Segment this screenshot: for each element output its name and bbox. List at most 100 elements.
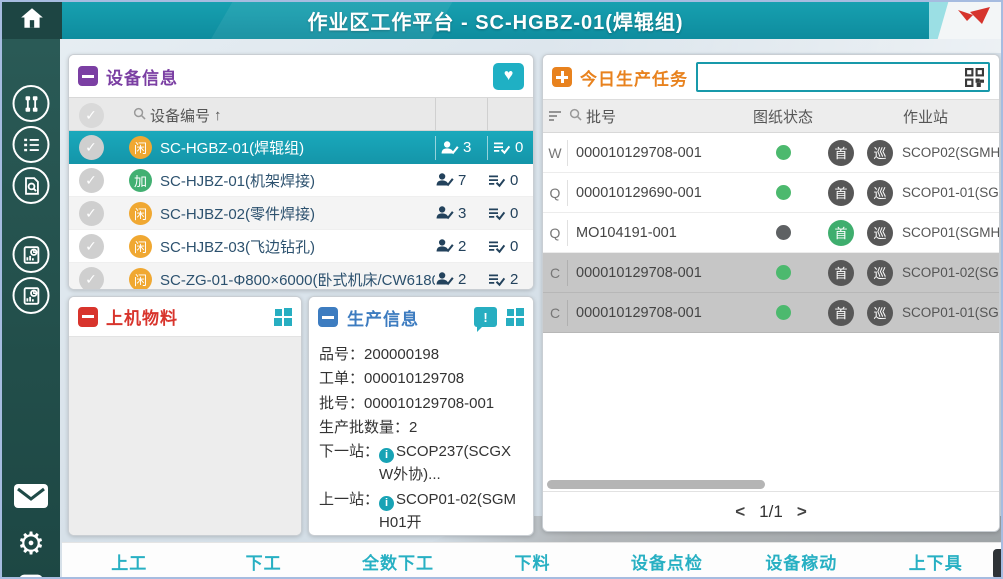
- work-order-value: 000010129708: [364, 367, 523, 390]
- column-device-label[interactable]: 设备编号: [150, 105, 210, 126]
- first-inspection-badge[interactable]: 首: [828, 260, 854, 286]
- next-page-button[interactable]: >: [797, 502, 807, 522]
- task-type: W: [543, 145, 567, 161]
- background-streak: [542, 39, 1003, 53]
- task-row[interactable]: C 000010129708-001 首 巡 SCOP01-01(SGM...: [543, 293, 999, 333]
- patrol-inspection-badge[interactable]: 巡: [867, 260, 893, 286]
- info-icon[interactable]: i: [379, 448, 394, 463]
- row-checkbox[interactable]: ✓: [79, 267, 104, 290]
- start-work-button[interactable]: 上工: [62, 549, 196, 574]
- home-icon: [19, 5, 45, 36]
- task-station: SCOP02(SGMH0...: [899, 145, 999, 160]
- equipment-name: SC-HJBZ-03(飞边钻孔): [160, 236, 315, 257]
- task-row[interactable]: W 000010129708-001 首 巡 SCOP02(SGMH0...: [543, 133, 999, 173]
- task-batch: MO104191-001: [567, 220, 745, 246]
- task-batch: 000010129708-001: [567, 140, 745, 166]
- collapse-icon[interactable]: [78, 66, 98, 86]
- first-inspection-badge[interactable]: 首: [828, 180, 854, 206]
- equipment-name: SC-HJBZ-01(机架焊接): [160, 170, 315, 191]
- equipment-panel: 设备信息 ♥ ✓ 设备编号 ↑ ✓ 闲SC-HGBZ-01(焊辊组) 3 0 ✓: [68, 54, 534, 290]
- materials-panel: 上机物料: [68, 296, 302, 536]
- worker-count: 3: [435, 205, 487, 222]
- production-panel-title: 生产信息: [347, 305, 419, 330]
- job-count: 0: [487, 136, 533, 160]
- task-list-icon[interactable]: [13, 126, 50, 163]
- batch-label: 批号：: [319, 392, 364, 415]
- row-checkbox[interactable]: ✓: [79, 168, 104, 193]
- worker-count: 2: [435, 238, 487, 255]
- drawing-status-dot: [776, 305, 791, 320]
- job-count: 0: [487, 172, 533, 189]
- collapse-icon[interactable]: [78, 307, 98, 327]
- equipment-row[interactable]: ✓ 闲SC-HJBZ-02(零件焊接) 3 0: [69, 197, 533, 230]
- equipment-row[interactable]: ✓ 闲SC-ZG-01-Φ800×6000(卧式机床/CW6180) 2 2: [69, 263, 533, 289]
- add-task-icon[interactable]: [552, 67, 572, 87]
- select-all-checkbox[interactable]: ✓: [79, 103, 104, 128]
- patrol-inspection-badge[interactable]: 巡: [867, 300, 893, 326]
- task-station: SCOP01-02(SGM...: [899, 265, 999, 280]
- column-divider: [435, 98, 487, 132]
- patrol-inspection-badge[interactable]: 巡: [867, 220, 893, 246]
- status-badge: 闲: [129, 235, 152, 258]
- equipment-panel-title: 设备信息: [106, 64, 178, 89]
- workflow-icon[interactable]: [13, 85, 50, 122]
- column-station-label[interactable]: 作业站: [899, 106, 999, 127]
- task-row[interactable]: C 000010129708-001 首 巡 SCOP01-02(SGM...: [543, 253, 999, 293]
- first-inspection-badge[interactable]: 首: [828, 220, 854, 246]
- info-icon[interactable]: i: [379, 496, 394, 511]
- report-icon-a[interactable]: [13, 236, 50, 273]
- scrollbar-thumb[interactable]: [547, 480, 765, 489]
- page-title: 作业区工作平台 - SC-HGBZ-01(焊辊组): [307, 6, 683, 35]
- column-drawing-status-label[interactable]: 图纸状态: [745, 106, 821, 127]
- job-count: 0: [487, 205, 533, 222]
- equipment-row[interactable]: ✓ 闲SC-HJBZ-03(飞边钻孔) 2 0: [69, 230, 533, 263]
- equipment-check-button[interactable]: 设备点检: [600, 549, 734, 574]
- drawing-status-dot: [776, 225, 791, 240]
- workstation-page: 作业区工作平台 - SC-HGBZ-01(焊辊组) ⚙: [0, 0, 1003, 579]
- favorite-heart-button[interactable]: ♥: [493, 63, 524, 90]
- first-inspection-badge[interactable]: 首: [828, 140, 854, 166]
- task-search-input[interactable]: [698, 64, 988, 90]
- prev-page-button[interactable]: <: [735, 502, 745, 522]
- edge-handle[interactable]: [993, 549, 1001, 579]
- first-inspection-badge[interactable]: 首: [828, 300, 854, 326]
- column-batch-label[interactable]: 批号: [586, 106, 616, 127]
- end-all-work-button[interactable]: 全数下工: [331, 549, 465, 574]
- grid-view-icon[interactable]: [274, 308, 292, 326]
- batch-qty-label: 生产批数量：: [319, 416, 409, 439]
- patrol-inspection-badge[interactable]: 巡: [867, 180, 893, 206]
- row-checkbox[interactable]: ✓: [79, 135, 104, 160]
- patrol-inspection-badge[interactable]: 巡: [867, 140, 893, 166]
- row-checkbox[interactable]: ✓: [79, 201, 104, 226]
- home-button[interactable]: [2, 2, 62, 39]
- settings-gear-icon[interactable]: ⚙: [17, 528, 45, 559]
- horizontal-scrollbar: [543, 479, 999, 491]
- document-search-icon[interactable]: [13, 167, 50, 204]
- heart-icon: ♥: [504, 67, 514, 85]
- action-toolbar: 上工 下工 全数下工 下料 设备点检 设备稼动 上下具: [62, 542, 1003, 579]
- equipment-row[interactable]: ✓ 加SC-HJBZ-01(机架焊接) 7 0: [69, 164, 533, 197]
- tooling-button[interactable]: 上下具: [869, 549, 1003, 574]
- row-checkbox[interactable]: ✓: [79, 234, 104, 259]
- equipment-row[interactable]: ✓ 闲SC-HGBZ-01(焊辊组) 3 0: [69, 131, 533, 164]
- task-row[interactable]: Q MO104191-001 首 巡 SCOP01(SGMH0...: [543, 213, 999, 253]
- prev-station-value: SCOP01-02(SGMH01开: [379, 491, 516, 531]
- end-work-button[interactable]: 下工: [196, 549, 330, 574]
- header-title-bar: 作业区工作平台 - SC-HGBZ-01(焊辊组): [62, 2, 929, 39]
- batch-value: 000010129708-001: [364, 392, 523, 415]
- unload-material-button[interactable]: 下料: [465, 549, 599, 574]
- report-icon-b[interactable]: [13, 277, 50, 314]
- filter-icon[interactable]: [543, 110, 567, 122]
- task-row[interactable]: Q 000010129690-001 首 巡 SCOP01-01(SGM...: [543, 173, 999, 213]
- logout-icon[interactable]: [16, 571, 46, 579]
- message-alert-icon[interactable]: !: [474, 307, 497, 327]
- sidebar: ⚙: [2, 39, 60, 579]
- mail-icon[interactable]: [13, 483, 49, 509]
- equipment-utilization-button[interactable]: 设备稼动: [734, 549, 868, 574]
- grid-view-icon[interactable]: [506, 308, 524, 326]
- collapse-icon[interactable]: [318, 307, 338, 327]
- tasks-panel: 今日生产任务 批号 图纸状态 作业站 W 000010129708-: [542, 54, 1000, 532]
- qr-scan-icon[interactable]: [965, 68, 984, 92]
- task-search-box: [696, 62, 990, 92]
- equipment-name: SC-HGBZ-01(焊辊组): [160, 137, 304, 158]
